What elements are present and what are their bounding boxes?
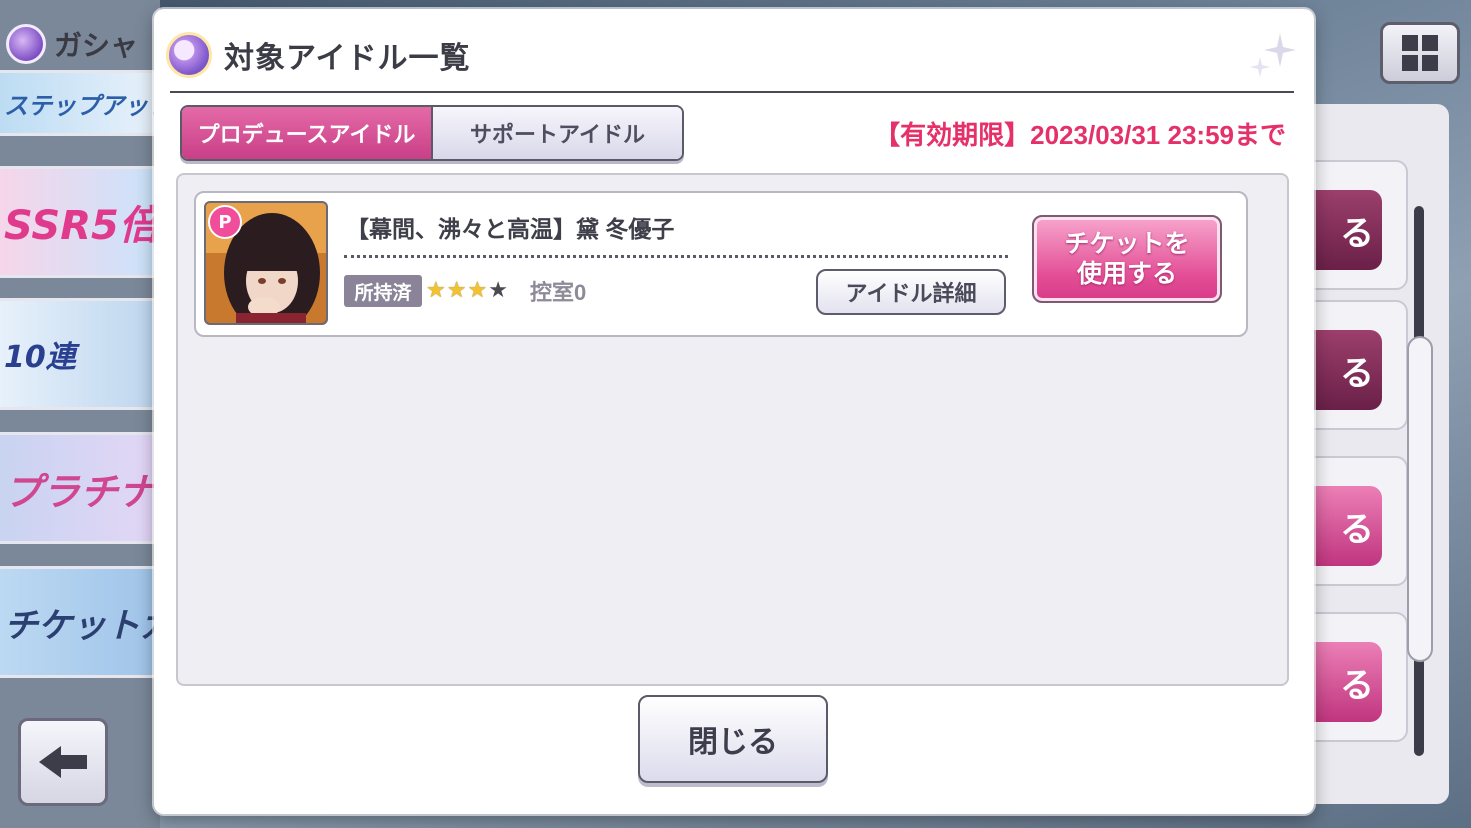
back-button[interactable] [18, 718, 108, 806]
gacha-banner-anniversary[interactable]: 10連 [0, 298, 160, 410]
right-draw-button[interactable]: る [1312, 642, 1382, 722]
right-card: る [1312, 456, 1408, 586]
star-filled-icon: ★ [426, 278, 446, 303]
gacha-banner-ticket[interactable]: チケットガ [0, 566, 160, 678]
banner-text: チケットガ [4, 605, 160, 646]
right-card: る [1312, 612, 1408, 742]
star-filled-icon: ★ [446, 278, 467, 303]
gacha-title: ガシャ [54, 29, 139, 62]
idol-type-tabs: プロデュースアイドル サポートアイドル [180, 105, 684, 161]
wing-emblem-icon [166, 32, 212, 78]
gacha-banner-stepup[interactable]: ステップアップガ [0, 70, 160, 136]
close-button[interactable]: 閉じる [638, 695, 828, 783]
banner-text: SSR5倍 [4, 203, 159, 249]
gacha-banner-platinum[interactable]: プラチナガ [0, 432, 160, 544]
right-draw-button[interactable]: る [1312, 486, 1382, 566]
produce-type-badge: P [208, 205, 242, 239]
grid-menu-icon [1402, 35, 1438, 71]
rank-stars: ★ ★ ★ ★ [426, 275, 508, 307]
modal-header: 対象アイドル一覧 [166, 27, 1294, 83]
right-card: る [1312, 160, 1408, 290]
header-divider [170, 91, 1294, 93]
owned-badge: 所持済 [344, 275, 422, 307]
right-draw-button[interactable]: る [1312, 330, 1382, 410]
banner-text: 10連 [4, 340, 76, 375]
gacha-icon [6, 24, 46, 64]
right-card: る [1312, 300, 1408, 430]
idol-detail-button[interactable]: アイドル詳細 [816, 269, 1006, 315]
modal-title: 対象アイドル一覧 [224, 42, 471, 75]
use-ticket-button[interactable]: チケットを 使用する [1032, 215, 1222, 303]
sparkle-icon [1250, 33, 1296, 77]
back-arrow-icon [39, 746, 87, 778]
reserve-count: 控室0 [530, 280, 587, 305]
idol-list[interactable]: P 【幕間、沸々と高温】黛 冬優子 所持済 ★ ★ ★ ★ 控室0 アイドル詳細… [176, 173, 1289, 686]
target-idol-list-modal: 対象アイドル一覧 プロデュースアイドル サポートアイドル 【有効期限】2023/… [154, 9, 1314, 814]
gacha-header: ガシャ [0, 18, 160, 70]
idol-list-item: P 【幕間、沸々と高温】黛 冬優子 所持済 ★ ★ ★ ★ 控室0 アイドル詳細… [194, 191, 1248, 337]
tab-support-idol[interactable]: サポートアイドル [431, 107, 682, 159]
right-draw-button[interactable]: る [1312, 190, 1382, 270]
expiry-date-text: 【有効期限】2023/03/31 23:59まで [874, 119, 1286, 150]
gacha-banner-list: ガシャ ステップアップガ SSR5倍 10連 プラチナガ チケットガ [0, 0, 160, 828]
dotted-divider [344, 255, 1008, 258]
idol-thumbnail: P [204, 201, 328, 325]
banner-text: ステップアップガ [4, 91, 160, 120]
scrollbar-thumb[interactable] [1407, 336, 1433, 662]
gacha-banner-ssr5x[interactable]: SSR5倍 [0, 166, 160, 278]
banner-text: プラチナガ [4, 469, 160, 514]
menu-button[interactable] [1380, 22, 1460, 84]
star-filled-icon: ★ [467, 278, 488, 303]
star-empty-icon: ★ [488, 278, 508, 303]
idol-name: 【幕間、沸々と高温】黛 冬優子 [346, 216, 675, 242]
tab-produce-idol[interactable]: プロデュースアイドル [182, 107, 431, 159]
